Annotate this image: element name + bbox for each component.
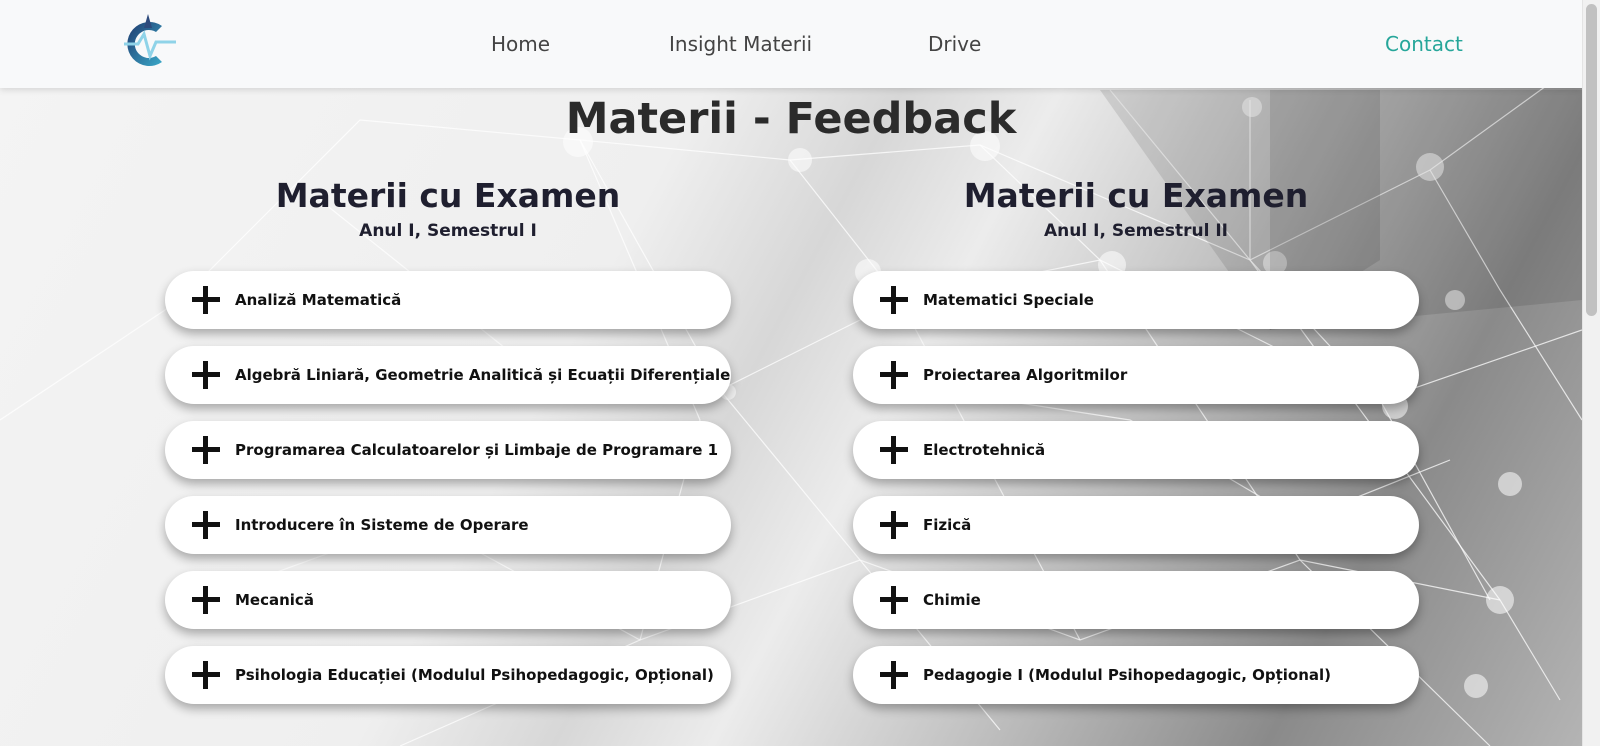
accordion-item-label: Proiectarea Algoritmilor <box>923 366 1128 384</box>
scrollbar[interactable] <box>1582 0 1600 746</box>
accordion-item[interactable]: Psihologia Educației (Modulul Psihopedag… <box>165 646 731 704</box>
column-subheading: Anul I, Semestrul II <box>1044 221 1228 241</box>
column-semester-2: Materii cu Examen Anul I, Semestrul II M… <box>853 176 1419 721</box>
plus-icon[interactable] <box>880 361 908 389</box>
accordion-item-label: Programarea Calculatoarelor și Limbaje d… <box>235 441 719 459</box>
nav-link-home[interactable]: Home <box>491 32 550 56</box>
navbar: Home Insight Materii Drive Contact <box>0 0 1582 88</box>
accordion-item[interactable]: Matematici Speciale <box>853 271 1419 329</box>
accordion-item-label: Electrotehnică <box>923 441 1046 459</box>
plus-icon[interactable] <box>192 661 220 689</box>
column-subheading: Anul I, Semestrul I <box>359 221 537 241</box>
accordion-item-label: Analiză Matematică <box>235 291 402 309</box>
accordion-list: Analiză Matematică Algebră Liniară, Geom… <box>165 271 731 704</box>
accordion-list: Matematici Speciale Proiectarea Algoritm… <box>853 271 1419 704</box>
accordion-item-label: Psihologia Educației (Modulul Psihopedag… <box>235 666 714 684</box>
accordion-item[interactable]: Proiectarea Algoritmilor <box>853 346 1419 404</box>
logo-icon[interactable] <box>118 12 182 76</box>
accordion-item-label: Algebră Liniară, Geometrie Analitică și … <box>235 366 731 384</box>
plus-icon[interactable] <box>880 436 908 464</box>
accordion-item[interactable]: Programarea Calculatoarelor și Limbaje d… <box>165 421 731 479</box>
plus-icon[interactable] <box>192 361 220 389</box>
plus-icon[interactable] <box>880 511 908 539</box>
accordion-item-label: Fizică <box>923 516 972 534</box>
nav-link-insight-materii[interactable]: Insight Materii <box>669 32 812 56</box>
plus-icon[interactable] <box>880 286 908 314</box>
accordion-item-label: Mecanică <box>235 591 314 609</box>
accordion-item[interactable]: Pedagogie I (Modulul Psihopedagogic, Opț… <box>853 646 1419 704</box>
column-semester-1: Materii cu Examen Anul I, Semestrul I An… <box>165 176 731 721</box>
plus-icon[interactable] <box>880 586 908 614</box>
accordion-item-label: Pedagogie I (Modulul Psihopedagogic, Opț… <box>923 666 1332 684</box>
accordion-item-label: Matematici Speciale <box>923 291 1094 309</box>
accordion-item-label: Introducere în Sisteme de Operare <box>235 516 529 534</box>
plus-icon[interactable] <box>192 511 220 539</box>
plus-icon[interactable] <box>880 661 908 689</box>
accordion-item[interactable]: Chimie <box>853 571 1419 629</box>
plus-icon[interactable] <box>192 586 220 614</box>
column-heading: Materii cu Examen <box>275 176 621 215</box>
accordion-item[interactable]: Mecanică <box>165 571 731 629</box>
plus-icon[interactable] <box>192 436 220 464</box>
accordion-item[interactable]: Analiză Matematică <box>165 271 731 329</box>
scrollbar-thumb[interactable] <box>1586 4 1597 316</box>
accordion-item[interactable]: Algebră Liniară, Geometrie Analitică și … <box>165 346 731 404</box>
plus-icon[interactable] <box>192 286 220 314</box>
column-heading: Materii cu Examen <box>963 176 1309 215</box>
accordion-item[interactable]: Electrotehnică <box>853 421 1419 479</box>
nav-link-contact[interactable]: Contact <box>1385 32 1463 56</box>
accordion-item[interactable]: Fizică <box>853 496 1419 554</box>
page-title: Materii - Feedback <box>565 94 1017 144</box>
accordion-item-label: Chimie <box>923 591 981 609</box>
accordion-item[interactable]: Introducere în Sisteme de Operare <box>165 496 731 554</box>
nav-link-drive[interactable]: Drive <box>928 32 981 56</box>
